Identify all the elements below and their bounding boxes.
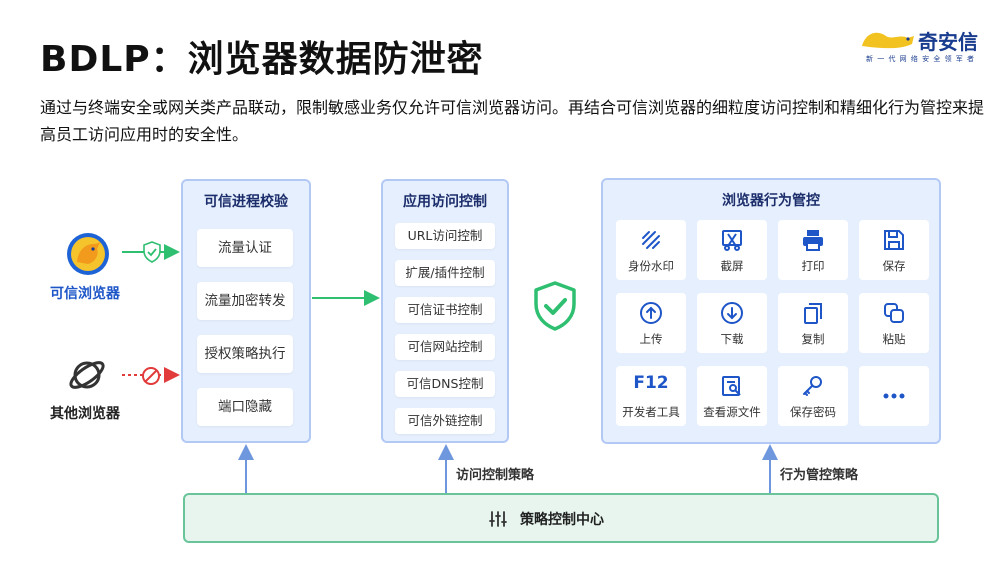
copy-icon (804, 303, 822, 324)
view-source-icon (722, 376, 741, 396)
other-browser-label: 其他浏览器 (50, 406, 120, 422)
small-shield-check-icon (143, 241, 161, 263)
access-control-item: 可信DNS控制 (395, 371, 495, 397)
devtools-icon: F12 (633, 373, 669, 393)
access-policy-label: 访问控制策略 (456, 468, 535, 483)
tile-label: 上传 (639, 332, 663, 346)
tile-label: 查看源文件 (703, 405, 761, 419)
trusted-browser-label: 可信浏览器 (50, 286, 120, 302)
tile-upload: 上传 (616, 293, 686, 353)
tile-label: 复制 (801, 332, 825, 346)
access-control-item: 可信外链控制 (395, 408, 495, 434)
screenshot-icon (722, 230, 742, 251)
tile-label: 下载 (720, 332, 744, 346)
download-icon (721, 302, 743, 324)
process-check-item: 端口隐藏 (197, 388, 293, 426)
process-check-panel: 可信进程校验 流量认证 流量加密转发 授权策略执行 端口隐藏 (181, 179, 311, 443)
tile-label: 身份水印 (628, 259, 674, 273)
tile-download: 下载 (697, 293, 767, 353)
more-icon (883, 393, 905, 399)
paste-icon (884, 303, 904, 323)
other-browser-icon (69, 361, 105, 389)
process-check-item: 流量加密转发 (197, 282, 293, 320)
shield-check-icon (534, 281, 576, 331)
access-control-item: 可信网站控制 (395, 334, 495, 360)
access-control-item: URL访问控制 (395, 223, 495, 249)
tile-watermark: 身份水印 (616, 220, 686, 280)
save-icon (884, 230, 904, 250)
tile-print: 打印 (778, 220, 848, 280)
print-icon (803, 230, 823, 251)
tile-copy: 复制 (778, 293, 848, 353)
policy-center-label: 策略控制中心 (520, 512, 604, 528)
behavior-control-title: 浏览器行为管控 (722, 193, 820, 209)
key-icon (803, 376, 822, 396)
process-check-title: 可信进程校验 (204, 194, 288, 210)
tile-label: 截屏 (720, 259, 744, 273)
tile-save: 保存 (859, 220, 929, 280)
trusted-browser-icon (67, 233, 109, 275)
tile-view-source: 查看源文件 (697, 366, 767, 426)
process-check-item: 流量认证 (197, 229, 293, 267)
behavior-control-panel: 浏览器行为管控 身份水印 截屏 打印 保存 上传 下载 复制 粘贴 F12 开发… (601, 178, 941, 444)
tile-label: 粘贴 (882, 332, 906, 346)
tile-label: 保存 (882, 259, 906, 273)
tile-label: 打印 (801, 259, 825, 273)
forbidden-icon (142, 367, 160, 385)
tile-save-password: 保存密码 (778, 366, 848, 426)
access-control-item: 扩展/插件控制 (395, 260, 495, 286)
access-control-panel: 应用访问控制 URL访问控制 扩展/插件控制 可信证书控制 可信网站控制 可信D… (381, 179, 509, 443)
tile-paste: 粘贴 (859, 293, 929, 353)
tile-devtools: F12 开发者工具 (616, 366, 686, 426)
policy-control-center: 策略控制中心 (183, 493, 939, 543)
tile-screenshot: 截屏 (697, 220, 767, 280)
access-control-title: 应用访问控制 (403, 194, 487, 210)
tile-more (859, 366, 929, 426)
behavior-policy-label: 行为管控策略 (780, 468, 859, 483)
tile-label: 保存密码 (790, 405, 836, 419)
tile-label: 开发者工具 (622, 405, 680, 419)
process-check-item: 授权策略执行 (197, 335, 293, 373)
sliders-icon (489, 511, 507, 527)
watermark-icon (642, 231, 660, 249)
upload-icon (640, 302, 662, 324)
access-control-item: 可信证书控制 (395, 297, 495, 323)
